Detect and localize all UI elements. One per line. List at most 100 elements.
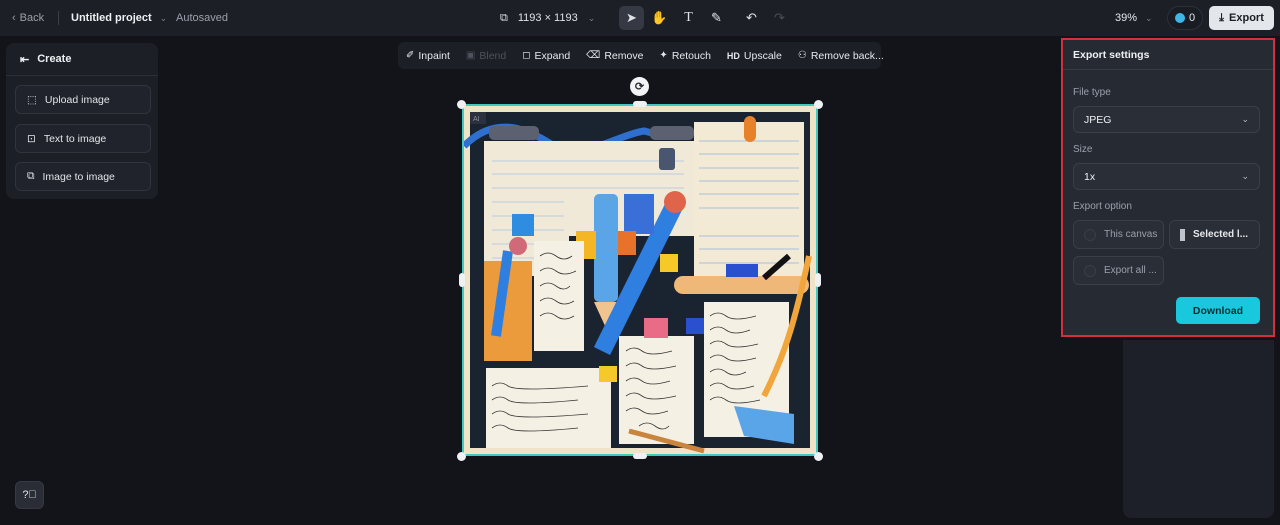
rotate-icon: ⟳ — [634, 81, 645, 93]
text-to-image-label: Text to image — [43, 132, 107, 145]
help-icon: ?⃝ — [22, 489, 37, 501]
resize-handle-bottom-right[interactable] — [814, 452, 823, 461]
retouch-label: Retouch — [671, 49, 711, 62]
create-panel: ⇤ Create ⬚ Upload image ⊡ Text to image … — [6, 43, 158, 199]
remove-button[interactable]: ⌫ Remove — [586, 50, 643, 62]
magic-wand-icon: ✦ — [659, 50, 668, 61]
edit-toolbar: ✐ Inpaint ▣ Blend ◻ Expand ⌫ Remove ✦ Re… — [398, 42, 884, 69]
export-option-selected-layers[interactable]: Selected l... — [1169, 220, 1260, 249]
text-to-image-button[interactable]: ⊡ Text to image — [15, 124, 151, 153]
undo-button[interactable]: ↶ — [739, 6, 764, 30]
image-to-image-label: Image to image — [42, 170, 115, 183]
upscale-label: Upscale — [743, 49, 782, 62]
canvas-size: 1193 × 1193 — [517, 12, 578, 24]
inpaint-icon: ✐ — [406, 50, 415, 61]
download-button[interactable]: Download — [1176, 297, 1260, 324]
collage-image: AI — [461, 106, 816, 454]
export-settings-panel: Export settings File type JPEG ⌄ Size 1x… — [1061, 38, 1275, 337]
export-option-this-canvas[interactable]: This canvas — [1073, 220, 1164, 249]
resize-handle-top-left[interactable] — [457, 100, 466, 109]
download-icon: ⤓ — [1219, 11, 1225, 24]
image-to-image-icon: ⧉ — [27, 170, 35, 182]
zoom-dropdown[interactable]: 39% ⌄ — [1115, 0, 1153, 36]
export-button[interactable]: ⤓ Export — [1209, 6, 1274, 30]
inpaint-label: Inpaint — [418, 49, 450, 62]
redo-button[interactable]: ↷ — [767, 6, 792, 30]
blend-label: Blend — [479, 49, 507, 62]
file-type-select[interactable]: JPEG ⌄ — [1073, 106, 1260, 133]
create-panel-title: Create — [37, 53, 72, 65]
text-icon: T — [684, 10, 693, 25]
remove-background-label: Remove back... — [810, 49, 884, 62]
remove-background-button[interactable]: ⚇ Remove back... — [798, 50, 884, 62]
create-panel-header[interactable]: ⇤ Create — [6, 43, 158, 76]
blend-button[interactable]: ▣ Blend — [466, 50, 506, 62]
help-button[interactable]: ?⃝ — [15, 481, 44, 509]
hand-icon: ✋ — [651, 10, 668, 25]
export-option-export-all[interactable]: Export all ... — [1073, 256, 1164, 285]
resize-handle-bottom[interactable] — [633, 453, 647, 459]
chevron-down-icon: ⌄ — [159, 12, 168, 23]
back-button[interactable]: ‹ Back — [12, 0, 44, 36]
credit-icon — [1174, 13, 1185, 23]
hd-icon: HD — [726, 50, 740, 61]
radio-icon — [1084, 228, 1096, 241]
chevron-down-icon: ⌄ — [1241, 114, 1249, 124]
resize-handle-top[interactable] — [633, 101, 647, 107]
remove-label: Remove — [604, 49, 644, 62]
upload-image-button[interactable]: ⬚ Upload image — [15, 85, 151, 114]
hand-tool-button[interactable]: ✋ — [647, 6, 672, 30]
resize-handle-top-right[interactable] — [814, 100, 823, 109]
project-name-dropdown[interactable]: Untitled project ⌄ — [71, 0, 167, 36]
cursor-icon: ➤ — [626, 10, 637, 25]
credit-count: 0 — [1188, 12, 1196, 24]
blend-icon: ▣ — [465, 50, 476, 61]
remove-background-icon: ⚇ — [797, 50, 807, 61]
canvas-image[interactable]: AI — [461, 104, 818, 456]
image-to-image-button[interactable]: ⧉ Image to image — [15, 162, 151, 191]
export-label: Export — [1229, 12, 1264, 24]
resize-handle-bottom-left[interactable] — [457, 452, 466, 461]
chevron-down-icon: ⌄ — [587, 12, 596, 23]
undo-icon: ↶ — [746, 10, 757, 25]
expand-button[interactable]: ◻ Expand — [522, 50, 570, 62]
project-name: Untitled project — [71, 12, 152, 24]
size-select[interactable]: 1x ⌄ — [1073, 163, 1260, 190]
eraser-icon: ⌫ — [586, 50, 601, 61]
radio-icon — [1084, 264, 1096, 277]
export-option-label: Export option — [1073, 201, 1132, 212]
inpaint-button[interactable]: ✐ Inpaint — [406, 50, 450, 62]
retouch-button[interactable]: ✦ Retouch — [659, 50, 711, 62]
export-all-label: Export all ... — [1104, 265, 1157, 276]
ai-badge-text: AI — [473, 116, 480, 123]
select-tool-button[interactable]: ➤ — [619, 6, 644, 30]
brush-tool-button[interactable]: ✎ — [704, 6, 729, 30]
side-panel-background — [1123, 340, 1274, 518]
brush-icon: ✎ — [711, 10, 722, 25]
rotate-handle[interactable]: ⟳ — [630, 77, 649, 96]
redo-icon: ↷ — [774, 10, 785, 25]
file-type-label: File type — [1073, 87, 1111, 98]
text-to-image-icon: ⊡ — [27, 132, 36, 145]
resize-handle-left[interactable] — [459, 273, 465, 287]
selected-layer-icon — [1180, 228, 1185, 241]
zoom-level: 39% — [1115, 12, 1138, 24]
upload-image-label: Upload image — [44, 93, 110, 106]
this-canvas-label: This canvas — [1104, 229, 1158, 240]
chevron-down-icon: ⌄ — [1145, 12, 1153, 23]
upscale-button[interactable]: HD Upscale — [727, 50, 782, 62]
collapse-icon: ⇤ — [20, 53, 30, 66]
resize-icon: ⧉ — [500, 11, 508, 24]
expand-icon: ◻ — [522, 50, 531, 61]
size-value: 1x — [1084, 170, 1096, 183]
upload-image-icon: ⬚ — [27, 93, 37, 106]
text-tool-button[interactable]: T — [676, 6, 701, 30]
credits-badge[interactable]: 0 — [1167, 6, 1203, 30]
resize-handle-right[interactable] — [815, 273, 821, 287]
size-label: Size — [1073, 144, 1093, 155]
expand-label: Expand — [534, 49, 571, 62]
autosave-status: Autosaved — [176, 12, 228, 24]
top-bar: ‹ Back Untitled project ⌄ Autosaved ⧉ 11… — [0, 0, 1280, 36]
selected-layers-label: Selected l... — [1193, 229, 1249, 240]
canvas-size-dropdown[interactable]: ⧉ 1193 × 1193 ⌄ — [500, 0, 595, 36]
